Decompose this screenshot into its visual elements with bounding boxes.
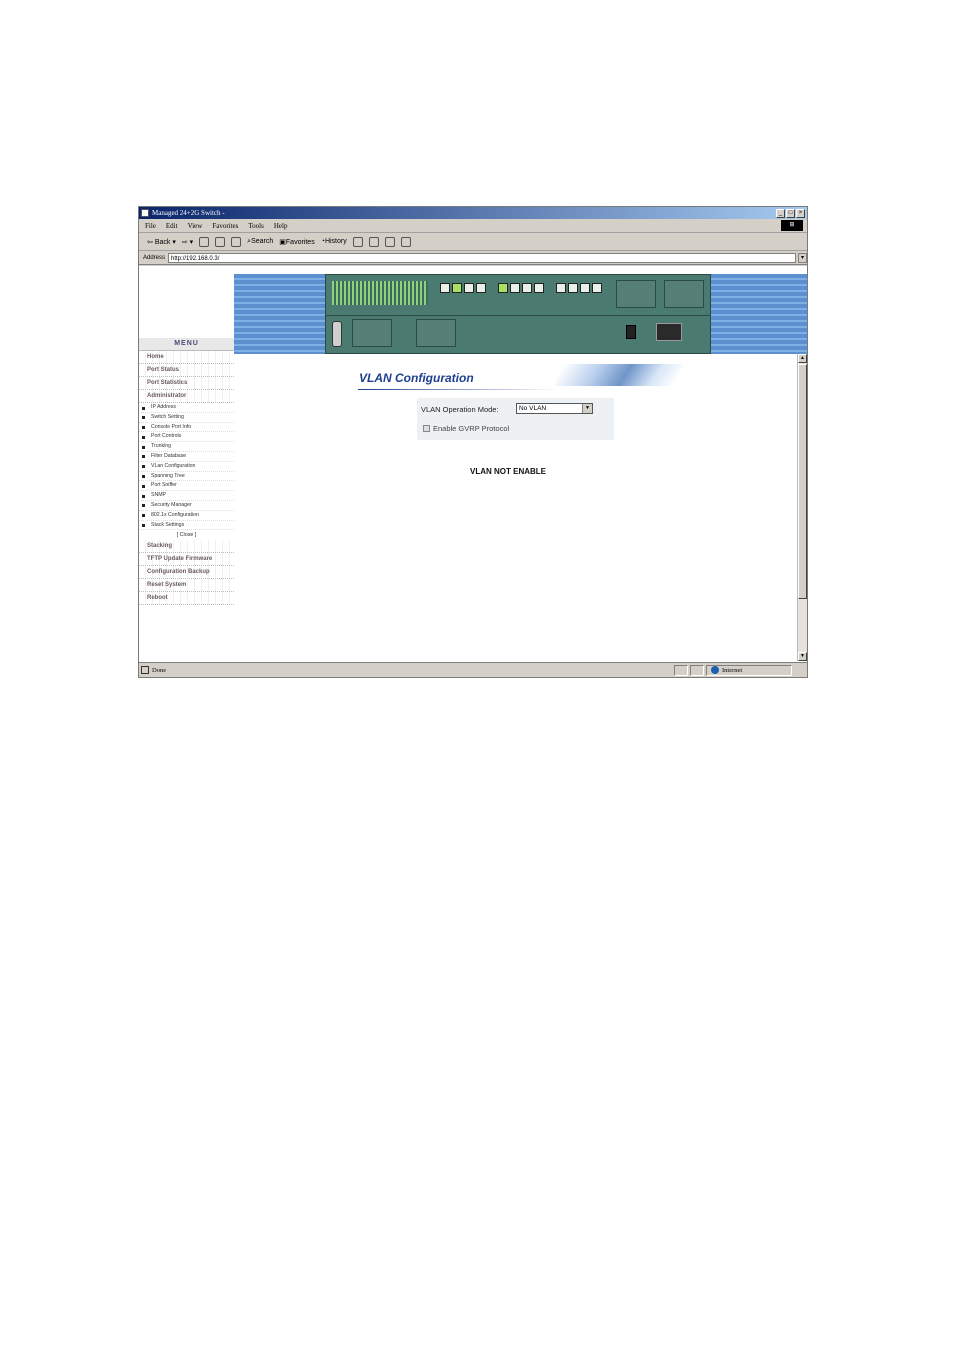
gvrp-checkbox[interactable] [423,425,430,432]
sidebar-subitem-console-port-info[interactable]: Console Port Info [139,423,234,433]
sidebar-subitem-stack-settings[interactable]: Stack Settings [139,521,234,531]
sidebar-subitem-security-manager[interactable]: Security Manager [139,501,234,511]
status-text: Done [152,666,167,674]
sidebar-subitem-8021x-configuration[interactable]: 802.1x Configuration [139,511,234,521]
sidebar-subitem-trunking[interactable]: Trunking [139,442,234,452]
sidebar-item-tftp-update-firmware[interactable]: TFTP Update Firmware [139,553,234,567]
stop-icon[interactable] [199,236,210,247]
sidebar-menu: MENU Home Port Status Port Statistics Ad… [139,338,234,618]
gvrp-label: Enable GVRP Protocol [433,424,510,433]
discuss-icon[interactable] [400,236,411,247]
console-port [332,321,342,347]
menu-heading: MENU [139,338,234,351]
sidebar-item-reset-system[interactable]: Reset System [139,579,234,593]
address-input[interactable]: http://192.168.0.3/ [168,252,796,263]
history-button[interactable]: ◔History [321,238,347,245]
vlan-mode-label: VLAN Operation Mode: [421,405,499,414]
sidebar-subitem-spanning-tree[interactable]: Spanning Tree [139,472,234,482]
toolbar: ⇦ Back ▾ ⇨ ▾ ⌕Search ▣Favorites ◔History [139,233,807,251]
chevron-down-icon[interactable]: ▼ [582,404,592,413]
scroll-up-icon[interactable]: ▲ [798,354,807,363]
sidebar-subitem-port-sniffer[interactable]: Port Sniffer [139,481,234,492]
edit-icon[interactable] [384,236,395,247]
home-icon[interactable] [231,236,242,247]
port-group-2 [498,283,544,305]
vlan-settings-form: VLAN Operation Mode: No VLAN ▼ Enable GV… [417,398,614,440]
forward-button[interactable]: ⇨ ▾ [182,238,193,246]
back-label: Back [154,238,171,246]
sidebar-close-link[interactable]: [ Close ] [139,530,234,540]
vlan-mode-select[interactable]: No VLAN ▼ [516,403,593,414]
browser-window: Managed 24+2G Switch - _ □ × File Edit V… [138,206,808,678]
vlan-mode-value: No VLAN [519,405,547,412]
sidebar-item-port-status[interactable]: Port Status [139,364,234,377]
menu-help[interactable]: Help [274,222,288,230]
vlan-status-message: VLAN NOT ENABLE [470,467,546,476]
switch-banner [234,274,807,354]
windows-logo-icon: ⊞ [781,220,803,231]
mail-icon[interactable] [352,236,363,247]
close-button[interactable]: × [796,208,805,218]
refresh-icon[interactable] [215,236,226,247]
favorites-label: Favorites [285,238,315,246]
expansion-slot-2 [416,319,456,347]
main-content: VLAN Configuration VLAN Operation Mode: … [234,354,797,663]
switch-front-panel [325,274,711,354]
address-dropdown-icon[interactable]: ▾ [798,252,807,263]
address-label: Address [143,254,166,261]
sidebar-item-home[interactable]: Home [139,351,234,364]
page-done-icon [141,666,149,674]
menu-edit[interactable]: Edit [166,222,178,230]
page-title: VLAN Configuration [359,371,474,385]
power-switch [626,325,636,339]
sidebar-item-administrator[interactable]: Administrator [139,390,234,403]
sidebar-subitem-filter-database[interactable]: Filter Database [139,452,234,462]
maximize-button[interactable]: □ [786,208,795,218]
title-bar: Managed 24+2G Switch - _ □ × [139,207,807,219]
print-icon[interactable] [368,236,379,247]
minimize-button[interactable]: _ [776,208,785,218]
menu-view[interactable]: View [188,222,203,230]
sidebar-subitem-vlan-configuration[interactable]: VLan Configuration [139,462,234,472]
gigabit-slot-2 [664,280,704,308]
status-bar: Done Internet [139,662,807,677]
sidebar-item-configuration-backup[interactable]: Configuration Backup [139,566,234,580]
address-bar: Address http://192.168.0.3/ ▾ [139,251,807,265]
expansion-slot-1 [352,319,392,347]
window-title: Managed 24+2G Switch - [152,209,225,217]
gigabit-slot-1 [616,280,656,308]
sidebar-item-port-statistics[interactable]: Port Statistics [139,377,234,390]
title-decoration [553,364,685,386]
globe-icon [711,666,719,674]
security-zone: Internet [706,664,792,676]
search-button[interactable]: ⌕Search [247,238,273,246]
sidebar-subitem-ip-address[interactable]: IP Address [139,403,234,413]
menu-file[interactable]: File [145,222,156,230]
scroll-down-icon[interactable]: ▼ [798,652,807,661]
led-panel [332,281,428,305]
sidebar-item-reboot[interactable]: Reboot [139,592,234,606]
ie-icon [141,209,149,217]
title-underline [358,389,558,390]
port-group-3 [556,283,602,305]
scroll-thumb[interactable] [798,364,807,599]
vertical-scrollbar[interactable]: ▲ ▼ [797,354,807,661]
menu-favorites[interactable]: Favorites [212,222,238,230]
port-group-1 [440,283,486,305]
search-label: Search [251,237,274,245]
sidebar-item-stacking[interactable]: Stacking [139,540,234,554]
back-button[interactable]: ⇦ Back ▾ [147,238,176,246]
sidebar-subitem-switch-setting[interactable]: Switch Setting [139,413,234,423]
zone-label: Internet [722,666,743,674]
menu-tools[interactable]: Tools [248,222,263,230]
favorites-button[interactable]: ▣Favorites [279,238,314,246]
page-viewport: MENU Home Port Status Port Statistics Ad… [139,266,807,663]
history-label: History [324,238,347,245]
menu-bar: File Edit View Favorites Tools Help ⊞ [139,219,807,233]
power-socket [656,323,682,341]
sidebar-subitem-port-controls[interactable]: Port Controls [139,432,234,443]
sidebar-subitem-snmp[interactable]: SNMP [139,491,234,501]
